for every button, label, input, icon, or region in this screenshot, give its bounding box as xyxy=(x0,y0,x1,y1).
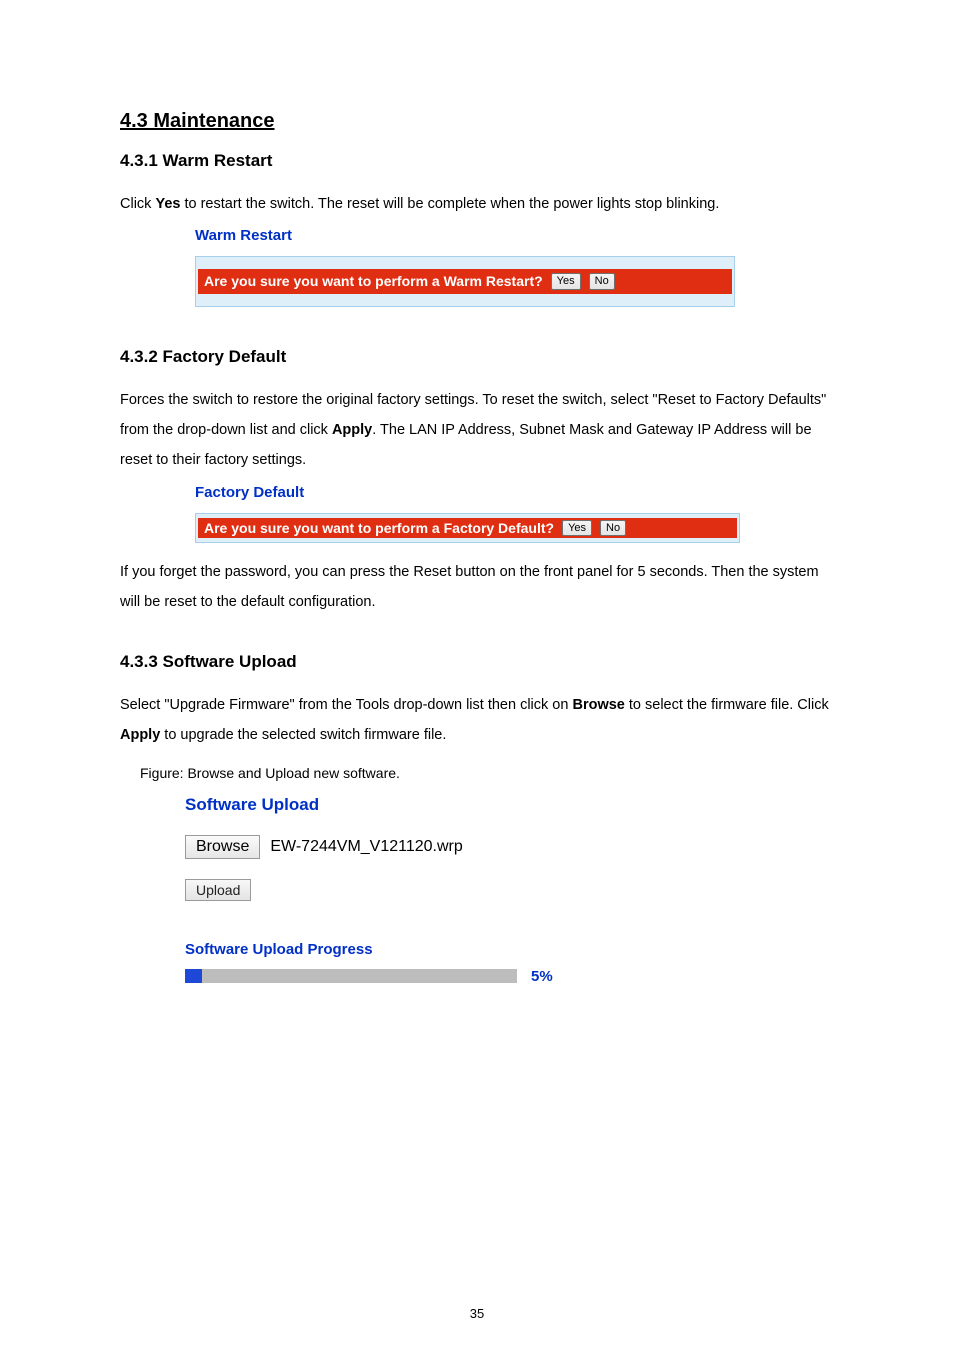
factory-default-question: Are you sure you want to perform a Facto… xyxy=(202,520,554,536)
warm-restart-panel: Warm Restart Are you sure you want to pe… xyxy=(195,227,735,306)
factory-default-title: Factory Default xyxy=(195,484,740,501)
warm-restart-box: Are you sure you want to perform a Warm … xyxy=(195,256,735,306)
paragraph-factory-default-a: Forces the switch to restore the origina… xyxy=(120,385,834,476)
factory-default-bar: Are you sure you want to perform a Facto… xyxy=(198,518,737,538)
upload-button[interactable]: Upload xyxy=(185,879,251,901)
factory-default-panel: Factory Default Are you sure you want to… xyxy=(195,484,740,543)
warm-restart-no-button[interactable]: No xyxy=(589,273,615,289)
paragraph-software-upload: Select "Upgrade Firmware" from the Tools… xyxy=(120,690,834,751)
warm-restart-bar: Are you sure you want to perform a Warm … xyxy=(198,269,732,293)
browse-button[interactable]: Browse xyxy=(185,835,260,859)
warm-restart-title: Warm Restart xyxy=(195,227,735,244)
subsection-heading-software-upload: 4.3.3 Software Upload xyxy=(120,652,834,672)
text: Click xyxy=(120,196,155,212)
subsection-heading-warm-restart: 4.3.1 Warm Restart xyxy=(120,151,834,171)
text-bold: Apply xyxy=(120,727,160,743)
subsection-heading-factory-default: 4.3.2 Factory Default xyxy=(120,347,834,367)
text: Select "Upgrade Firmware" from the Tools… xyxy=(120,697,572,713)
section-heading-maintenance: 4.3 Maintenance xyxy=(120,110,834,133)
warm-restart-yes-button[interactable]: Yes xyxy=(551,273,581,289)
browse-row: Browse EW-7244VM_V121120.wrp xyxy=(185,835,745,859)
figure-caption: Figure: Browse and Upload new software. xyxy=(140,765,834,781)
paragraph-factory-default-b: If you forget the password, you can pres… xyxy=(120,557,834,618)
factory-default-box: Are you sure you want to perform a Facto… xyxy=(195,513,740,543)
selected-filename: EW-7244VM_V121120.wrp xyxy=(270,838,462,856)
factory-default-yes-button[interactable]: Yes xyxy=(562,520,592,536)
paragraph-warm-restart: Click Yes to restart the switch. The res… xyxy=(120,189,834,219)
software-upload-section: Software Upload Browse EW-7244VM_V121120… xyxy=(185,795,745,985)
warm-restart-question: Are you sure you want to perform a Warm … xyxy=(202,273,543,289)
text: to upgrade the selected switch firmware … xyxy=(160,727,446,743)
text-bold: Browse xyxy=(572,697,624,713)
progress-row: 5% xyxy=(185,968,745,985)
software-upload-progress-title: Software Upload Progress xyxy=(185,941,745,958)
progress-percent: 5% xyxy=(531,968,553,985)
text-bold: Yes xyxy=(155,196,180,212)
software-upload-title: Software Upload xyxy=(185,795,745,815)
text: to select the firmware file. Click xyxy=(625,697,829,713)
factory-default-no-button[interactable]: No xyxy=(600,520,626,536)
progress-bar-fill xyxy=(185,969,202,983)
text: to restart the switch. The reset will be… xyxy=(180,196,719,212)
text-bold: Apply xyxy=(332,422,372,438)
page-number: 35 xyxy=(0,1306,954,1321)
progress-bar xyxy=(185,969,517,983)
